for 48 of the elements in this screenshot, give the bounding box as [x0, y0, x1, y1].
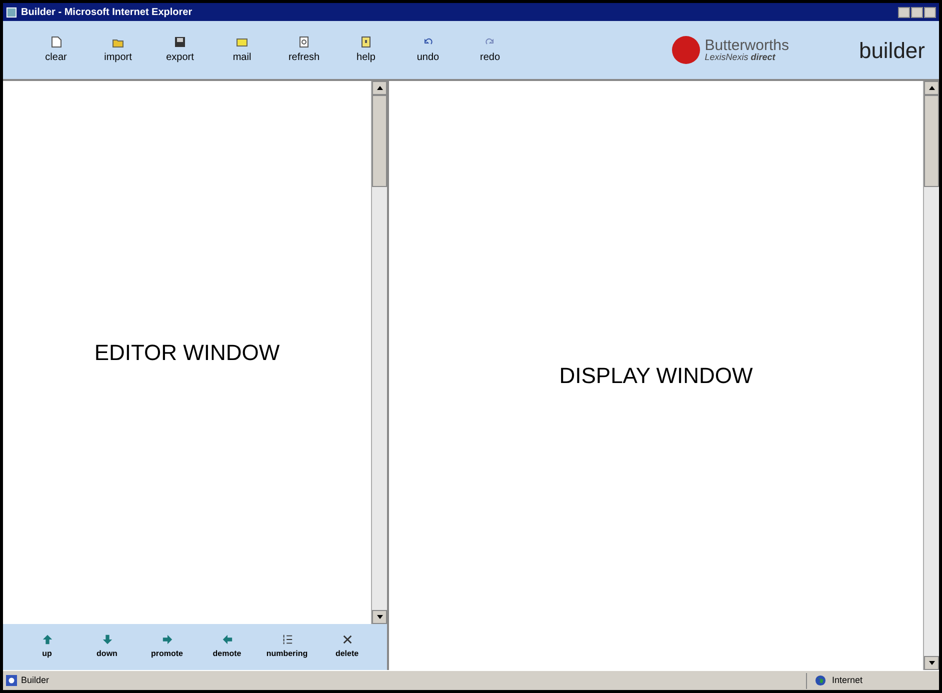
ball-logo-icon: [670, 35, 701, 65]
toolbar-button[interactable]: clear: [25, 36, 87, 64]
scroll-thumb[interactable]: [372, 95, 387, 187]
editor-toolbar-button[interactable]: promote: [137, 634, 197, 660]
toolbar-button[interactable]: refresh: [273, 36, 335, 64]
scroll-down-button[interactable]: [372, 610, 387, 624]
display-label: DISPLAY WINDOW: [559, 362, 753, 390]
numbered-list-icon: [282, 634, 292, 645]
editor-toolbar-button[interactable]: demote: [197, 634, 257, 660]
down-triangle-icon: [376, 615, 382, 619]
page-icon: [50, 36, 62, 48]
logo-subtitle: LexisNexis direct: [704, 53, 776, 62]
minimize-icon[interactable]: [898, 6, 910, 18]
editor-toolbar-button[interactable]: delete: [317, 634, 377, 660]
help-book-icon: [360, 36, 372, 48]
editor-toolbar-button[interactable]: up: [17, 634, 77, 660]
browser-icon: [6, 6, 17, 18]
scroll-up-button[interactable]: [924, 81, 939, 95]
scroll-thumb[interactable]: [924, 95, 939, 187]
right-arrow-icon: [162, 634, 172, 645]
up-arrow-icon: [42, 634, 52, 645]
envelope-icon: [236, 36, 248, 48]
window-title: Builder - Microsoft Internet Explorer: [21, 6, 194, 20]
status-text: Builder: [21, 674, 50, 687]
editor-toolbar-button[interactable]: numbering: [257, 634, 317, 660]
globe-icon: [815, 675, 826, 686]
up-triangle-icon: [376, 86, 382, 90]
down-triangle-icon: [928, 661, 934, 665]
toolbar-button[interactable]: import: [87, 36, 149, 64]
down-arrow-icon: [102, 634, 112, 645]
toolbar-button[interactable]: export: [149, 36, 211, 64]
toolbar-button[interactable]: redo: [459, 36, 521, 64]
scroll-down-button[interactable]: [924, 656, 939, 670]
editor-label: EDITOR WINDOW: [94, 339, 280, 367]
editor-toolbar-button[interactable]: down: [77, 634, 137, 660]
close-icon[interactable]: [924, 6, 936, 18]
left-arrow-icon: [222, 634, 232, 645]
document-icon: [298, 36, 310, 48]
maximize-icon[interactable]: [911, 6, 923, 18]
logo-name: Butterworths: [704, 38, 789, 53]
app-title: builder: [858, 36, 925, 64]
toolbar-button[interactable]: undo: [397, 36, 459, 64]
scroll-up-button[interactable]: [372, 81, 387, 95]
up-triangle-icon: [928, 86, 934, 90]
zone-text: Internet: [832, 674, 863, 687]
toolbar-button[interactable]: help: [335, 36, 397, 64]
toolbar-button[interactable]: mail: [211, 36, 273, 64]
cross-icon: [342, 634, 352, 645]
